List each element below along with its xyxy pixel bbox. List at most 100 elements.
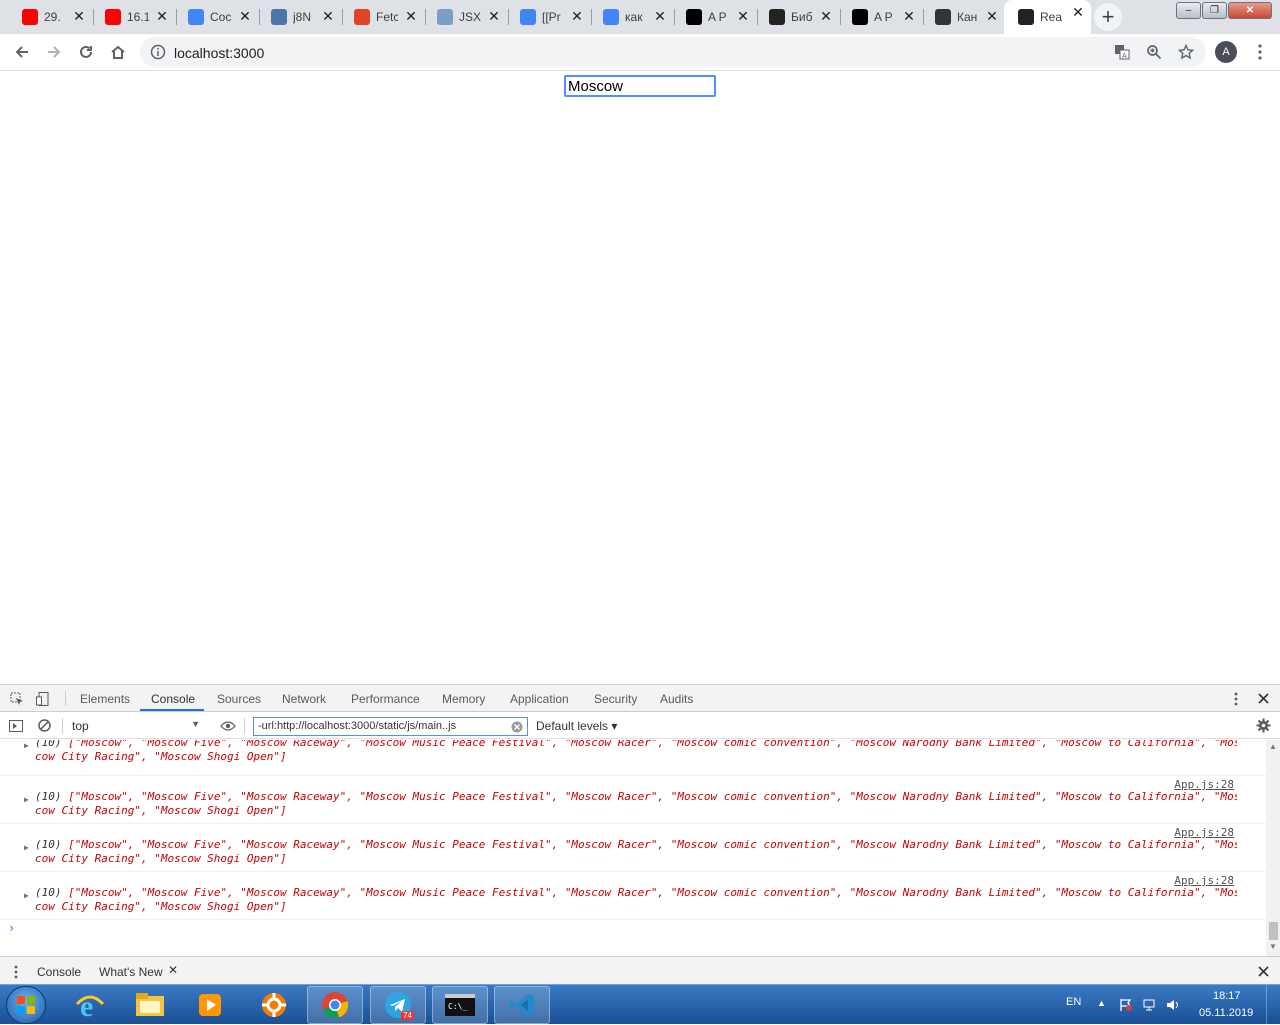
profile-avatar[interactable]: A <box>1215 41 1237 63</box>
taskbar-vscode[interactable] <box>494 986 550 1024</box>
taskbar-internet-explorer[interactable]: e <box>62 986 118 1024</box>
close-tab-icon[interactable]: ✕ <box>72 9 86 23</box>
devtools-tab-network[interactable]: Network <box>282 692 326 706</box>
taskbar-app[interactable] <box>246 986 302 1024</box>
browser-tab[interactable]: 16.1 ✕ <box>94 4 175 30</box>
close-tab-icon[interactable]: ✕ <box>819 9 833 23</box>
reload-button[interactable] <box>74 40 98 64</box>
forward-button[interactable] <box>42 40 66 64</box>
monitor-icon <box>935 9 951 25</box>
close-drawer-icon[interactable] <box>1258 966 1269 977</box>
taskbar-explorer[interactable] <box>122 986 178 1024</box>
drawer-tab-console[interactable]: Console <box>37 965 81 979</box>
taskbar-media-player[interactable] <box>182 986 238 1024</box>
console-message[interactable]: App.js:28 ▶ (10) ["Moscow", "Moscow Five… <box>0 872 1266 920</box>
context-select[interactable]: top ▼ <box>72 719 204 733</box>
scroll-up-arrow-icon[interactable]: ▲ <box>1269 742 1277 751</box>
console-scrollbar[interactable]: ▲ ▼ <box>1266 740 1280 956</box>
taskbar-terminal[interactable]: C:\_ <box>432 986 488 1024</box>
taskbar-chrome[interactable] <box>307 986 363 1024</box>
network-icon[interactable] <box>1143 998 1157 1012</box>
browser-tab[interactable]: j8N ✕ <box>260 4 341 30</box>
console-message[interactable]: App.js:28 ▶ (10) ["Moscow", "Moscow Five… <box>0 824 1266 872</box>
new-tab-button[interactable]: + <box>1094 3 1122 31</box>
expand-arrow-icon[interactable]: ▶ <box>24 891 29 900</box>
close-tab-icon[interactable]: ✕ <box>985 9 999 23</box>
live-expression-eye-icon[interactable] <box>220 721 236 731</box>
devtools-tab-sources[interactable]: Sources <box>217 692 261 706</box>
page-content <box>0 72 1280 684</box>
log-levels-select[interactable]: Default levels ▾ <box>536 719 617 733</box>
close-tab-icon[interactable]: ✕ <box>238 9 252 23</box>
browser-tab[interactable]: Кан ✕ <box>924 4 1005 30</box>
browser-tab[interactable]: Coc ✕ <box>177 4 258 30</box>
expand-arrow-icon[interactable]: ▶ <box>24 795 29 804</box>
expand-arrow-icon[interactable]: ▶ <box>24 843 29 852</box>
browser-tab[interactable]: Rea ✕ <box>1004 0 1091 34</box>
clear-console-icon[interactable] <box>38 719 51 732</box>
close-drawer-tab-icon[interactable]: ✕ <box>168 963 178 977</box>
tray-expand-icon[interactable]: ▲ <box>1097 998 1106 1008</box>
browser-tab[interactable]: как ✕ <box>592 4 673 30</box>
close-tab-icon[interactable]: ✕ <box>155 9 169 23</box>
close-tab-icon[interactable]: ✕ <box>1071 5 1085 19</box>
devtools-tab-audits[interactable]: Audits <box>660 692 693 706</box>
console-line-2: cow City Racing", "Moscow Shogi Open"] <box>35 750 287 763</box>
start-button[interactable] <box>6 986 46 1024</box>
browser-tab[interactable]: Биб ✕ <box>758 4 839 30</box>
close-tab-icon[interactable]: ✕ <box>653 9 667 23</box>
browser-tab[interactable]: 29. ✕ <box>11 4 92 30</box>
devtools-tab-security[interactable]: Security <box>594 692 637 706</box>
device-toolbar-icon[interactable] <box>36 692 50 706</box>
drawer-menu-icon[interactable] <box>14 965 18 979</box>
close-window-button[interactable]: ✕ <box>1228 2 1272 19</box>
scroll-down-arrow-icon[interactable]: ▼ <box>1269 942 1277 951</box>
close-tab-icon[interactable]: ✕ <box>487 9 501 23</box>
browser-menu-button[interactable] <box>1248 40 1272 64</box>
browser-tab[interactable]: Fetc ✕ <box>343 4 424 30</box>
drawer-tab-whats-new[interactable]: What's New <box>99 965 163 979</box>
clock-date[interactable]: 05.11.2019 <box>1199 1007 1253 1019</box>
close-tab-icon[interactable]: ✕ <box>570 9 584 23</box>
maximize-button[interactable]: ❐ <box>1202 2 1227 19</box>
close-tab-icon[interactable]: ✕ <box>404 9 418 23</box>
translate-icon[interactable]: A <box>1114 44 1130 60</box>
show-sidebar-icon[interactable] <box>9 720 23 732</box>
browser-tab[interactable]: A P ✕ <box>841 4 922 30</box>
browser-tab[interactable]: A P ✕ <box>675 4 756 30</box>
minimize-button[interactable]: – <box>1176 2 1201 19</box>
volume-icon[interactable] <box>1166 998 1180 1012</box>
address-bar[interactable]: localhost:3000 A <box>140 37 1206 67</box>
console-prompt-icon[interactable]: › <box>8 921 15 935</box>
search-input[interactable] <box>564 75 716 97</box>
language-indicator[interactable]: EN <box>1066 996 1081 1008</box>
console-settings-gear-icon[interactable] <box>1256 718 1271 733</box>
browser-tab[interactable]: JSX ✕ <box>426 4 507 30</box>
zoom-icon[interactable] <box>1146 44 1162 60</box>
bookmark-star-icon[interactable] <box>1178 44 1194 60</box>
expand-arrow-icon[interactable]: ▶ <box>24 741 29 750</box>
console-filter-input[interactable]: -url:http://localhost:3000/static/js/mai… <box>253 717 528 736</box>
devtools-tab-memory[interactable]: Memory <box>442 692 485 706</box>
back-button[interactable] <box>10 40 34 64</box>
close-tab-icon[interactable]: ✕ <box>321 9 335 23</box>
action-center-flag-icon[interactable] <box>1119 998 1133 1012</box>
clear-filter-icon[interactable] <box>511 721 523 733</box>
taskbar-telegram[interactable]: 74 <box>370 986 426 1024</box>
devtools-tab-elements[interactable]: Elements <box>80 692 130 706</box>
clock-time[interactable]: 18:17 <box>1213 990 1241 1002</box>
devtools-menu-icon[interactable] <box>1234 692 1238 706</box>
close-tab-icon[interactable]: ✕ <box>736 9 750 23</box>
devtools-tab-console[interactable]: Console <box>151 692 195 706</box>
console-message[interactable]: App.js:28 ▶ (10) ["Moscow", "Moscow Five… <box>0 776 1266 824</box>
inspect-element-icon[interactable] <box>10 692 24 706</box>
console-message[interactable]: App.js:28 ▶ (10) ["Moscow", "Moscow Five… <box>0 740 1266 776</box>
devtools-tab-performance[interactable]: Performance <box>351 692 420 706</box>
devtools-close-icon[interactable] <box>1258 693 1269 704</box>
close-tab-icon[interactable]: ✕ <box>902 9 916 23</box>
home-button[interactable] <box>106 40 130 64</box>
browser-tab[interactable]: [[Pr ✕ <box>509 4 590 30</box>
show-desktop-button[interactable] <box>1266 985 1280 1025</box>
devtools-tab-application[interactable]: Application <box>510 692 569 706</box>
scrollbar-thumb[interactable] <box>1269 922 1278 940</box>
